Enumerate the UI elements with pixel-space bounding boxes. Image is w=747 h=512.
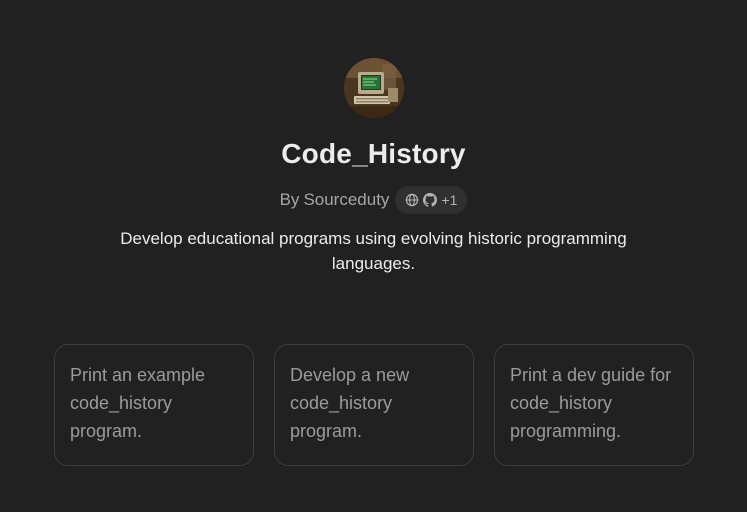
gpt-description: Develop educational programs using evolv… xyxy=(120,229,627,273)
author-name[interactable]: Sourceduty xyxy=(303,190,389,209)
author-prefix: By xyxy=(279,190,300,209)
extra-links-count: +1 xyxy=(441,192,458,208)
globe-icon[interactable] xyxy=(405,193,419,207)
gpt-byline: By Sourceduty +1 xyxy=(0,186,747,214)
starter-button[interactable]: Develop a new code_history program. xyxy=(274,344,474,466)
gpt-title: Code_History xyxy=(281,138,466,169)
retro-computer-avatar-icon xyxy=(344,58,404,118)
author-links-pill[interactable]: +1 xyxy=(395,186,468,214)
github-icon[interactable] xyxy=(423,193,438,207)
gpt-avatar xyxy=(344,58,404,118)
starter-button[interactable]: Print a dev guide for code_history progr… xyxy=(494,344,694,466)
gpt-landing: Code_History By Sourceduty +1 Develop edu… xyxy=(0,0,747,512)
starter-button[interactable]: Print an example code_history program. xyxy=(54,344,254,466)
author-text: By Sourceduty xyxy=(280,190,390,210)
conversation-starters: Print an example code_history program. D… xyxy=(54,344,694,466)
